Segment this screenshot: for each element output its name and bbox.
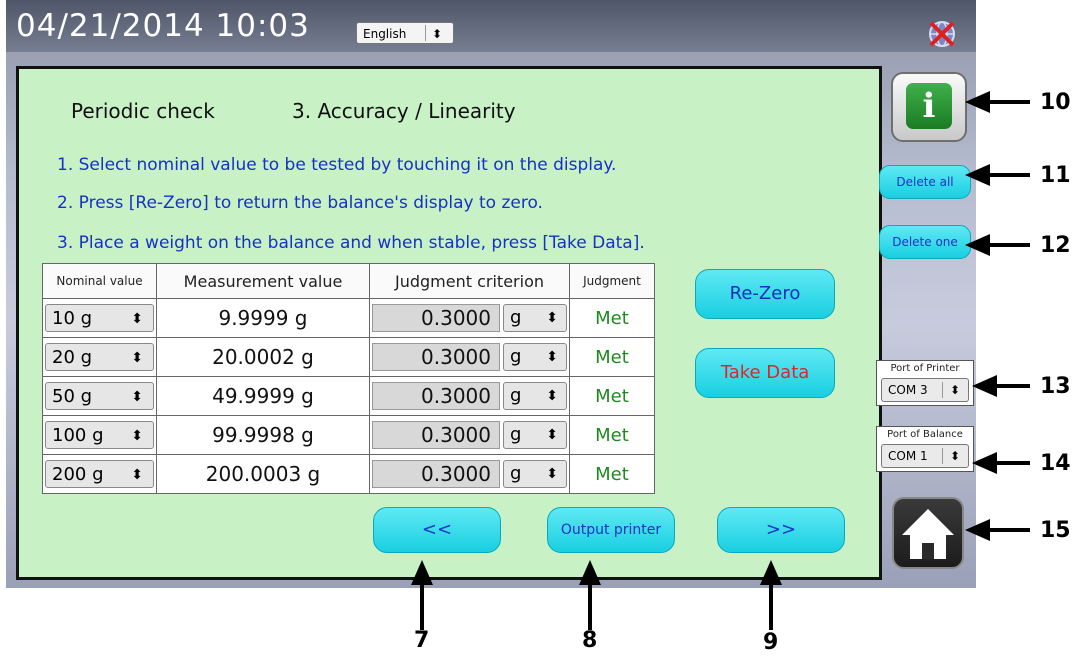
callout-arrows [411,91,1030,630]
callout-label: 11 [1040,163,1071,188]
callout-label: 15 [1040,518,1071,543]
callout-label: 8 [582,628,598,653]
callout-label: 14 [1040,451,1071,476]
callout-label: 13 [1040,374,1071,399]
callout-label: 10 [1040,90,1071,115]
callout-label: 12 [1040,233,1071,258]
callout-label: 7 [414,628,430,653]
callout-label: 9 [763,630,779,655]
